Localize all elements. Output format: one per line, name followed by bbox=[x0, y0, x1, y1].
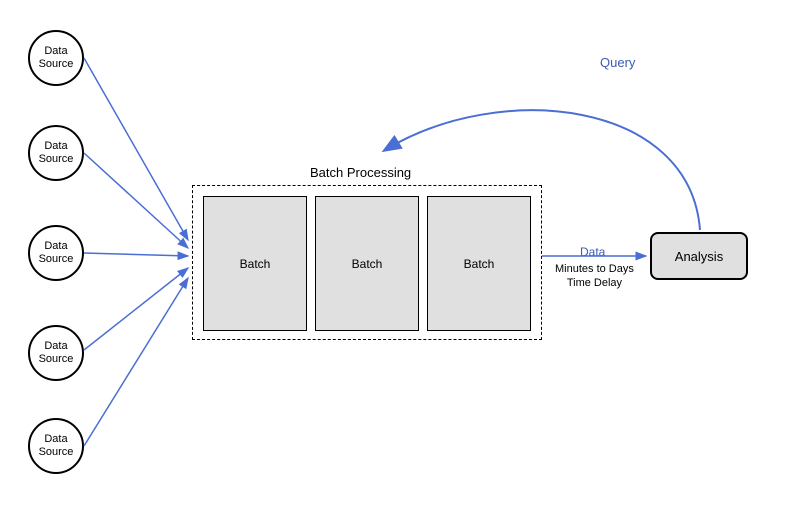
batch-processing-container: Batch Batch Batch bbox=[192, 185, 542, 340]
data-source-label: DataSource bbox=[39, 140, 74, 166]
data-source-label: DataSource bbox=[39, 433, 74, 459]
batch-box-2: Batch bbox=[315, 196, 419, 331]
batch-box-3: Batch bbox=[427, 196, 531, 331]
data-source-label: DataSource bbox=[39, 340, 74, 366]
batch-box-label: Batch bbox=[240, 257, 271, 271]
batch-box-label: Batch bbox=[352, 257, 383, 271]
data-source-label: DataSource bbox=[39, 240, 74, 266]
delay-label: Minutes to DaysTime Delay bbox=[555, 262, 634, 291]
data-source-label: DataSource bbox=[39, 45, 74, 71]
data-source-5: DataSource bbox=[28, 418, 84, 474]
batch-box-label: Batch bbox=[464, 257, 495, 271]
batch-box-1: Batch bbox=[203, 196, 307, 331]
analysis-box: Analysis bbox=[650, 232, 748, 280]
query-label: Query bbox=[600, 55, 635, 70]
data-flow-label: Data bbox=[580, 245, 605, 259]
analysis-label: Analysis bbox=[675, 249, 723, 264]
batch-processing-title: Batch Processing bbox=[310, 165, 411, 180]
data-source-1: DataSource bbox=[28, 30, 84, 86]
data-source-4: DataSource bbox=[28, 325, 84, 381]
data-source-3: DataSource bbox=[28, 225, 84, 281]
data-source-2: DataSource bbox=[28, 125, 84, 181]
